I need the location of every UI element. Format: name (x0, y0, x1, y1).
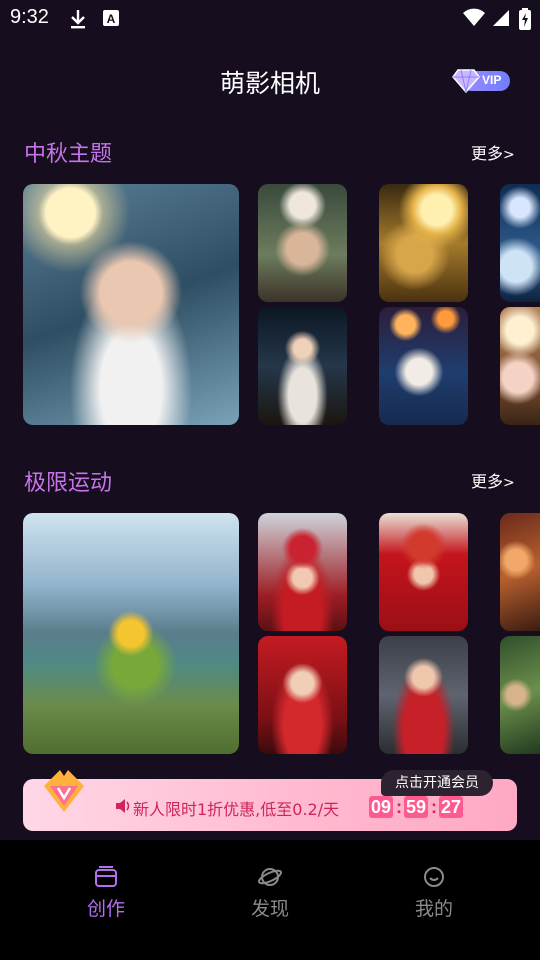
template-card[interactable] (500, 307, 540, 425)
template-card[interactable] (500, 184, 540, 302)
bottom-tab-bar: 创作 发现 我的 (0, 840, 540, 960)
tab-label: 我的 (414, 898, 453, 920)
template-card[interactable] (258, 513, 347, 631)
chevron-right-icon: > (503, 147, 515, 163)
status-time: 9:32 (10, 6, 49, 28)
template-card[interactable] (500, 636, 540, 754)
timer-minutes: 59 (404, 796, 428, 818)
discover-icon (257, 866, 283, 892)
more-link-mid-autumn[interactable]: 更多> (471, 140, 515, 164)
speaker-icon (115, 798, 131, 817)
more-link-extreme-sports[interactable]: 更多> (471, 468, 515, 492)
status-bar: 9:32 A (0, 0, 540, 36)
section-title-mid-autumn: 中秋主题 (24, 142, 113, 167)
more-label: 更多 (471, 144, 504, 163)
open-membership-tag[interactable]: 点击开通会员 (381, 770, 493, 796)
template-card[interactable] (258, 636, 347, 754)
chevron-right-icon: > (503, 475, 515, 491)
timer-colon: : (431, 797, 437, 817)
profile-icon (422, 866, 446, 892)
tab-label: 发现 (250, 898, 289, 920)
text-a-icon: A (101, 8, 121, 32)
more-label: 更多 (471, 472, 504, 491)
countdown-timer: 09 : 59 : 27 (369, 796, 465, 818)
promo-text: 新人限时1折优惠,低至0.2/天 (133, 800, 340, 819)
tab-profile[interactable]: 我的 (374, 866, 494, 926)
tab-create[interactable]: 创作 (46, 866, 166, 926)
tab-discover[interactable]: 发现 (210, 866, 330, 926)
vip-button[interactable]: VIP (452, 68, 512, 94)
timer-colon: : (396, 797, 402, 817)
diamond-icon (452, 68, 480, 98)
vip-gem-icon (40, 770, 88, 818)
template-card[interactable] (379, 307, 468, 425)
template-card[interactable] (258, 184, 347, 302)
section-title-extreme-sports: 极限运动 (24, 471, 113, 496)
timer-hours: 09 (369, 796, 393, 818)
template-card[interactable] (258, 307, 347, 425)
template-card[interactable] (23, 513, 239, 754)
signal-icon (491, 8, 511, 32)
vip-label: VIP (482, 73, 502, 87)
download-icon (68, 8, 88, 34)
title-bar: 萌影相机 VIP (0, 52, 540, 108)
template-card[interactable] (23, 184, 239, 425)
template-card[interactable] (379, 636, 468, 754)
tab-label: 创作 (86, 898, 125, 920)
battery-icon (519, 8, 531, 34)
wifi-icon (462, 8, 486, 32)
template-card[interactable] (379, 513, 468, 631)
timer-seconds: 27 (439, 796, 463, 818)
svg-text:A: A (107, 12, 116, 26)
template-card[interactable] (379, 184, 468, 302)
template-card[interactable] (500, 513, 540, 631)
create-icon (94, 866, 118, 892)
